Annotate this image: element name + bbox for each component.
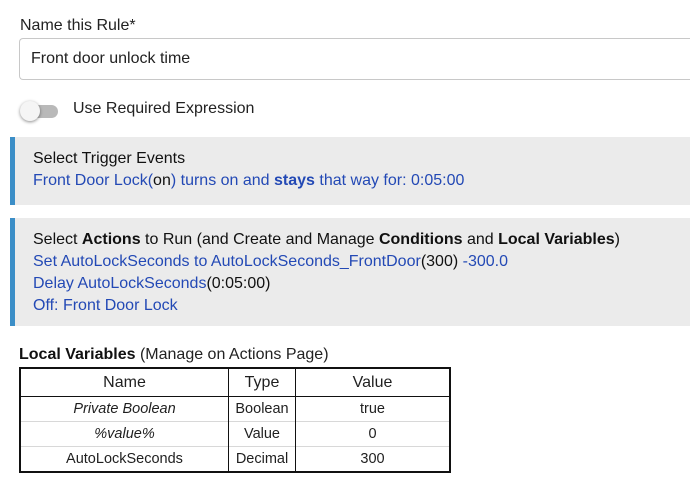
action2-param: (0:05:00) — [206, 275, 271, 292]
action-line-2[interactable]: Delay AutoLockSeconds(0:05:00) — [33, 273, 690, 295]
local-variables-table: Name Type Value Private Boolean Boolean … — [19, 367, 451, 473]
required-expression-label: Use Required Expression — [73, 100, 255, 117]
variable-type: Value — [228, 421, 296, 447]
table-row: AutoLockSeconds Decimal 300 — [20, 446, 450, 472]
actions-header-close: ) — [614, 231, 620, 248]
variable-name: AutoLockSeconds — [20, 446, 229, 472]
action-line-1[interactable]: Set AutoLockSeconds to AutoLockSeconds_F… — [33, 251, 690, 273]
actions-header-select: Select — [33, 231, 82, 248]
table-header-row: Name Type Value — [20, 368, 450, 397]
trigger-state: on — [153, 172, 171, 189]
action-line-3[interactable]: Off: Front Door Lock — [33, 295, 690, 317]
actions-panel[interactable]: Select Actions to Run (and Create and Ma… — [10, 218, 690, 326]
trigger-text2: that way for: 0:05:00 — [314, 172, 465, 189]
trigger-text1: turns on and — [176, 172, 275, 189]
local-variables-subtitle: (Manage on Actions Page) — [135, 346, 329, 363]
variable-value: 0 — [295, 421, 450, 447]
variable-type: Decimal — [228, 446, 296, 472]
local-variables-title: Local Variables (Manage on Actions Page) — [19, 346, 329, 364]
variable-type: Boolean — [228, 396, 296, 422]
column-header-value: Value — [295, 368, 450, 397]
trigger-events-panel[interactable]: Select Trigger Events Front Door Lock(on… — [10, 137, 690, 205]
actions-header: Select Actions to Run (and Create and Ma… — [33, 229, 690, 251]
variable-name: %value% — [20, 421, 229, 447]
table-row: Private Boolean Boolean true — [20, 396, 450, 422]
trigger-stays: stays — [274, 172, 315, 189]
required-expression-toggle[interactable] — [20, 101, 58, 121]
trigger-event-line[interactable]: Front Door Lock(on) turns on and stays t… — [33, 170, 690, 192]
action1-text: Set AutoLockSeconds to AutoLockSeconds_F… — [33, 253, 421, 270]
actions-header-and: and — [462, 231, 499, 248]
actions-header-to-run: to Run (and Create and Manage — [140, 231, 379, 248]
action1-result: -300.0 — [458, 253, 508, 270]
trigger-events-header: Select Trigger Events — [33, 150, 186, 167]
variable-name: Private Boolean — [73, 401, 176, 417]
local-variables-heading: Local Variables — [19, 346, 136, 363]
trigger-device: Front Door Lock — [33, 172, 148, 189]
toggle-knob — [20, 101, 40, 121]
action1-param: (300) — [420, 253, 459, 270]
variable-value: true — [295, 396, 450, 422]
action3-text: Off: Front Door Lock — [33, 297, 178, 314]
rule-name-label: Name this Rule* — [20, 17, 136, 34]
actions-header-local-variables: Local Variables — [498, 231, 615, 248]
action2-text: Delay AutoLockSeconds — [33, 275, 207, 292]
variable-value: 300 — [295, 446, 450, 472]
rule-name-input[interactable] — [19, 38, 690, 80]
column-header-name: Name — [20, 368, 229, 397]
table-row: %value% Value 0 — [20, 421, 450, 447]
actions-header-actions: Actions — [81, 231, 141, 248]
actions-header-conditions: Conditions — [378, 231, 463, 248]
column-header-type: Type — [228, 368, 296, 397]
